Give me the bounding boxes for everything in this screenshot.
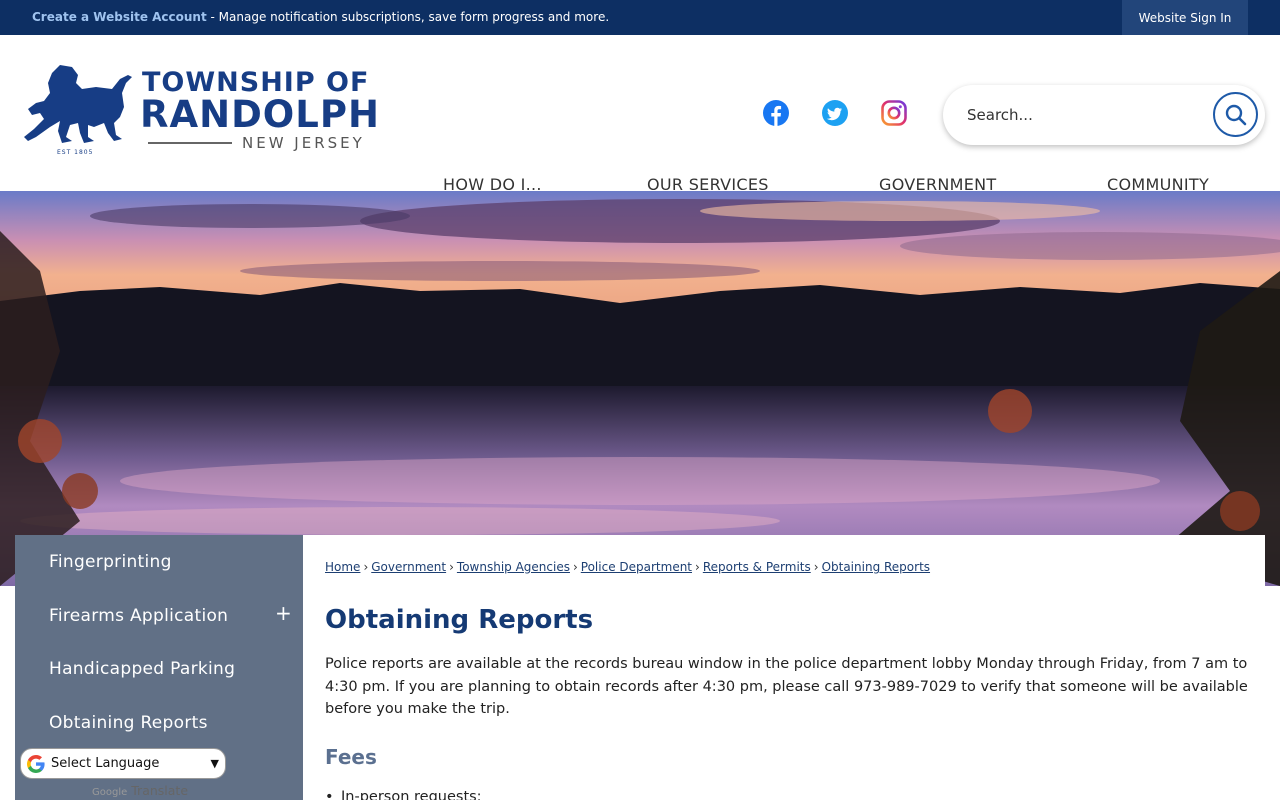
search-icon <box>1225 104 1246 125</box>
breadcrumb: Home › Government › Township Agencies › Police… <box>325 560 930 574</box>
breadcrumb-obtaining-reports[interactable]: Obtaining Reports <box>822 560 930 574</box>
breadcrumb-police-department[interactable]: Police Department <box>581 560 692 574</box>
sidebar-item-handicapped-parking[interactable]: Handicapped Parking <box>49 659 235 679</box>
facebook-icon[interactable] <box>763 100 789 126</box>
sidebar-item-obtaining-reports[interactable]: Obtaining Reports <box>49 713 208 733</box>
search-input[interactable] <box>967 103 1197 127</box>
main-content: Home › Government › Township Agencies › Police… <box>303 535 1265 800</box>
website-sign-in-button[interactable]: Website Sign In <box>1122 0 1248 35</box>
google-g-icon <box>27 754 45 773</box>
expand-firearms-button[interactable]: + <box>275 601 292 625</box>
language-select[interactable]: Select Language ▼ <box>20 748 226 779</box>
language-select-label: Select Language <box>51 756 160 771</box>
logo-line-randolph: RANDOLPH <box>140 93 380 136</box>
site-search <box>943 85 1265 145</box>
instagram-icon[interactable] <box>881 100 907 126</box>
breadcrumb-separator: › <box>572 560 578 574</box>
site-header: TOWNSHIP OF RANDOLPH NEW JERSEY EST 1805… <box>0 35 1280 208</box>
account-promo: Create a Website Account - Manage notifi… <box>32 10 609 24</box>
logo-line-state: NEW JERSEY <box>242 134 365 152</box>
powered-by-google-translate[interactable]: Google Translate <box>92 783 188 798</box>
breadcrumb-separator: › <box>813 560 819 574</box>
breadcrumb-separator: › <box>695 560 700 574</box>
twitter-icon[interactable] <box>822 100 848 126</box>
create-account-link[interactable]: Create a Website Account <box>32 10 207 24</box>
breadcrumb-separator: › <box>449 560 454 574</box>
hero-banner-image <box>0 191 1280 586</box>
breadcrumb-government[interactable]: Government <box>371 560 446 574</box>
search-button[interactable] <box>1213 92 1258 137</box>
breadcrumb-reports-permits[interactable]: Reports & Permits <box>703 560 811 574</box>
logo-divider <box>148 142 232 144</box>
fees-heading: Fees <box>325 745 377 769</box>
google-wordmark: Google <box>92 787 128 798</box>
breadcrumb-separator: › <box>363 560 369 574</box>
lion-emblem-icon <box>24 65 132 143</box>
chevron-down-icon: ▼ <box>210 757 219 770</box>
breadcrumb-township-agencies[interactable]: Township Agencies <box>457 560 570 574</box>
logo-established: EST 1805 <box>57 149 94 156</box>
page-title: Obtaining Reports <box>325 605 594 635</box>
top-utility-bar: Create a Website Account - Manage notifi… <box>0 0 1280 35</box>
sidebar-item-fingerprinting[interactable]: Fingerprinting <box>49 552 172 572</box>
fees-list-item: In-person requests: <box>325 789 482 800</box>
page-body-text: Police reports are available at the reco… <box>325 656 1248 717</box>
translate-label: Translate <box>131 783 189 798</box>
township-logo[interactable]: TOWNSHIP OF RANDOLPH NEW JERSEY EST 1805 <box>22 63 379 159</box>
sidebar-item-firearms-application[interactable]: Firearms Application <box>49 606 228 626</box>
breadcrumb-home[interactable]: Home <box>325 560 360 574</box>
create-account-description: - Manage notification subscriptions, sav… <box>206 10 610 24</box>
